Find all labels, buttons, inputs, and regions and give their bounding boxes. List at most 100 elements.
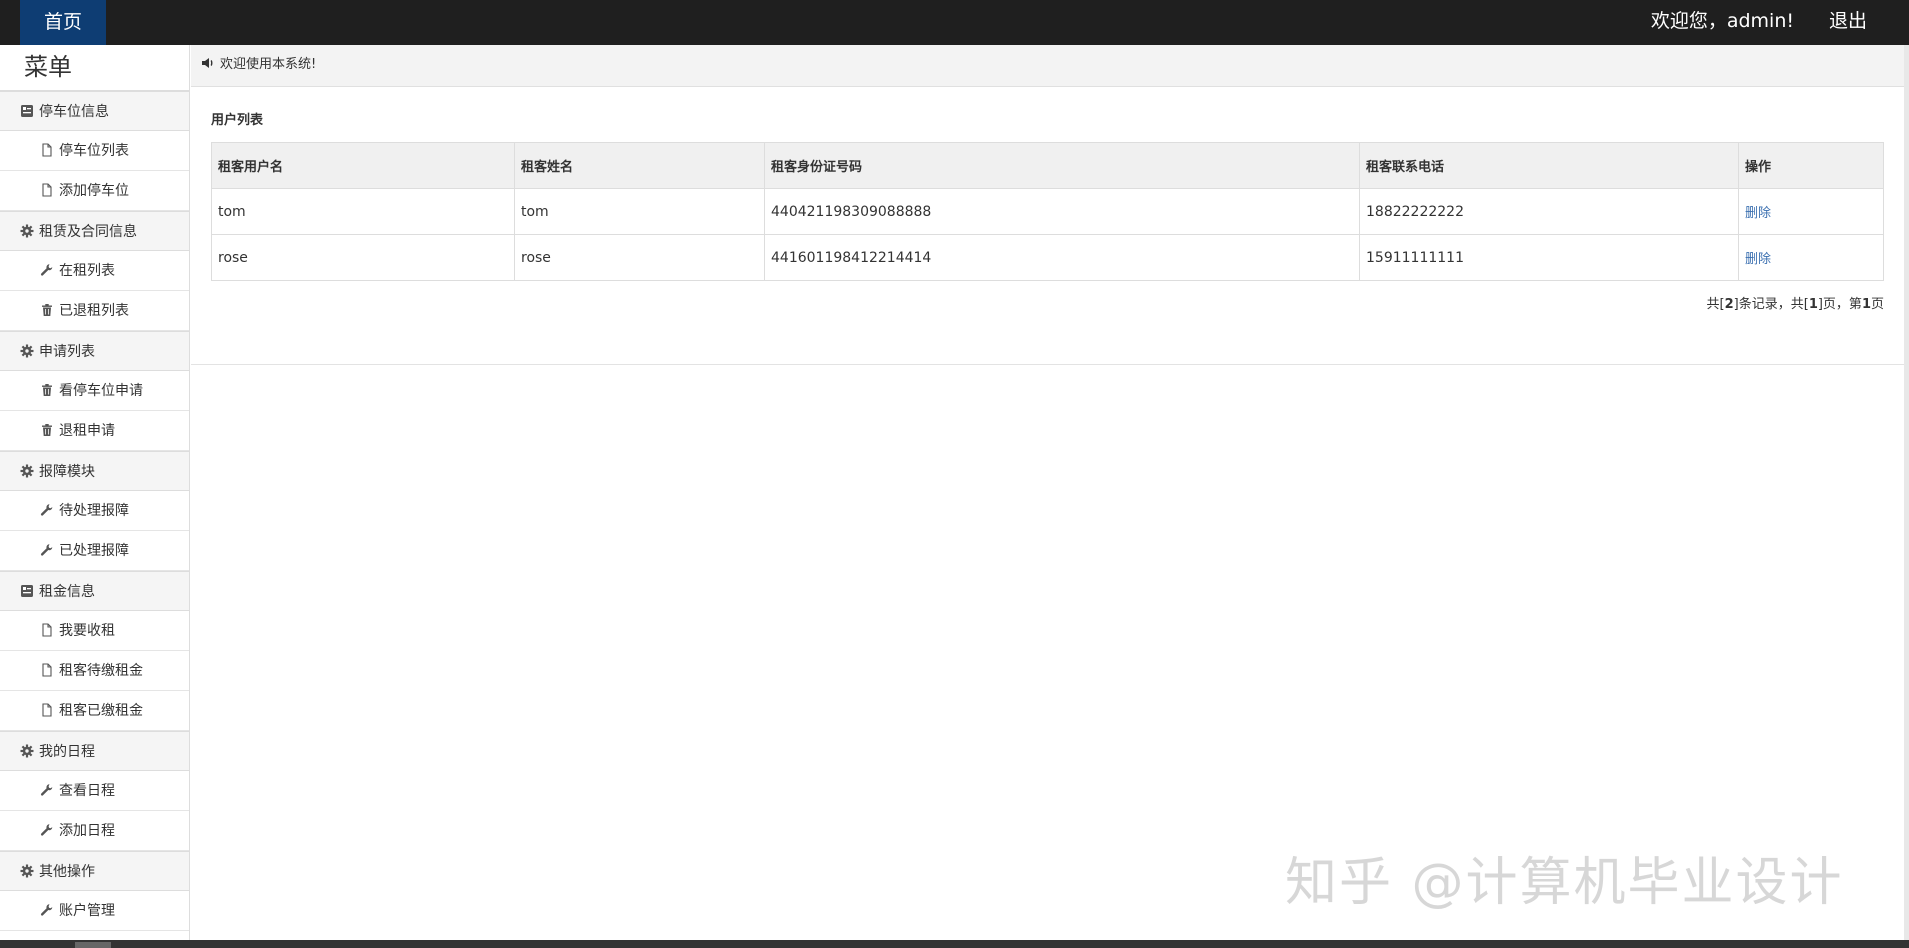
wrench-icon — [40, 903, 54, 917]
cell-phone: 18822222222 — [1359, 188, 1739, 235]
file-icon — [40, 143, 54, 157]
sidebar-item-label: 看停车位申请 — [59, 383, 143, 399]
panel-title: 用户列表 — [211, 113, 264, 128]
sidebar-item-label: 停车位列表 — [59, 143, 129, 159]
sidebar-group-header[interactable]: 其他操作 — [0, 851, 189, 891]
sidebar-group-header[interactable]: 申请列表 — [0, 331, 189, 371]
cell-id-number: 441601198412214414 — [764, 234, 1360, 281]
cell-id-number: 440421198309088888 — [764, 188, 1360, 235]
pagination-info: 共[2]条记录，共[1]页，第1页 — [211, 281, 1884, 312]
file-icon — [40, 183, 54, 197]
sidebar-item-label: 查看日程 — [59, 783, 115, 799]
gear-icon — [20, 864, 34, 878]
sidebar-item-label: 待处理报障 — [59, 503, 129, 519]
notice-bar: 欢迎使用本系统! — [191, 45, 1904, 87]
scrollbar-thumb[interactable] — [75, 942, 111, 948]
pager-total: 2 — [1724, 297, 1734, 312]
pager-mid2: ]页，第 — [1817, 297, 1862, 312]
sidebar-item-label: 已退租列表 — [59, 303, 129, 319]
sidebar-item-label: 账户管理 — [59, 903, 115, 919]
top-navbar: 首页 欢迎您，admin! 退出 — [0, 0, 1909, 45]
bottom-scrollbar[interactable] — [0, 940, 1909, 948]
cell-action: 删除 — [1738, 234, 1884, 281]
sidebar-group-label: 停车位信息 — [39, 104, 109, 120]
sidebar-item[interactable]: 已退租列表 — [0, 291, 189, 331]
table-header-row: 租客用户名 租客姓名 租客身份证号码 租客联系电话 操作 — [211, 142, 1884, 189]
sidebar-item[interactable]: 添加停车位 — [0, 171, 189, 211]
sidebar-item[interactable]: 查看日程 — [0, 771, 189, 811]
sidebar-item[interactable]: 租客待缴租金 — [0, 651, 189, 691]
user-table: 租客用户名 租客姓名 租客身份证号码 租客联系电话 操作 tom tom 440… — [211, 142, 1884, 281]
sidebar-item[interactable]: 账户管理 — [0, 891, 189, 931]
sidebar-item-label: 添加日程 — [59, 823, 115, 839]
sidebar-item-label: 已处理报障 — [59, 543, 129, 559]
sidebar-group-header[interactable]: 报障模块 — [0, 451, 189, 491]
sidebar-item-label: 我要收租 — [59, 623, 115, 639]
col-phone: 租客联系电话 — [1359, 142, 1739, 189]
watermark: 知乎 @计算机毕业设计 — [1285, 853, 1844, 913]
vertical-scrollbar[interactable] — [1904, 45, 1909, 940]
cell-name: tom — [514, 188, 765, 235]
col-id-number: 租客身份证号码 — [764, 142, 1360, 189]
sidebar-item-label: 添加停车位 — [59, 183, 129, 199]
pager-mid1: ]条记录，共[ — [1733, 297, 1809, 312]
wrench-icon — [40, 783, 54, 797]
wrench-icon — [40, 543, 54, 557]
menu-title: 菜单 — [0, 45, 189, 91]
pager-prefix: 共[ — [1706, 297, 1725, 312]
sidebar-item[interactable]: 退租申请 — [0, 411, 189, 451]
sidebar-group-label: 其他操作 — [39, 864, 95, 880]
pager-pages: 1 — [1808, 297, 1818, 312]
col-name: 租客姓名 — [514, 142, 765, 189]
sidebar-group-label: 申请列表 — [39, 344, 95, 360]
sidebar-item[interactable]: 待处理报障 — [0, 491, 189, 531]
sidebar-group-header[interactable]: 停车位信息 — [0, 91, 189, 131]
delete-link[interactable]: 删除 — [1745, 252, 1771, 267]
file-icon — [40, 623, 54, 637]
sidebar-item-label: 退租申请 — [59, 423, 115, 439]
trash-icon — [40, 383, 54, 397]
sidebar-group-header[interactable]: 租赁及合同信息 — [0, 211, 189, 251]
notice-text: 欢迎使用本系统! — [220, 57, 317, 72]
sidebar: 菜单 停车位信息停车位列表添加停车位租赁及合同信息在租列表已退租列表申请列表看停… — [0, 45, 190, 940]
list-icon — [20, 104, 34, 118]
sidebar-item[interactable]: 租客已缴租金 — [0, 691, 189, 731]
trash-icon — [40, 303, 54, 317]
file-icon — [40, 703, 54, 717]
user-list-panel: 用户列表 租客用户名 租客姓名 租客身份证号码 租客联系电话 操作 tom to… — [191, 87, 1904, 365]
sidebar-group-label: 租金信息 — [39, 584, 95, 600]
delete-link[interactable]: 删除 — [1745, 206, 1771, 221]
sidebar-groups: 停车位信息停车位列表添加停车位租赁及合同信息在租列表已退租列表申请列表看停车位申… — [0, 91, 189, 931]
sidebar-item[interactable]: 看停车位申请 — [0, 371, 189, 411]
gear-icon — [20, 464, 34, 478]
col-username: 租客用户名 — [211, 142, 515, 189]
pager-current: 1 — [1861, 297, 1871, 312]
list-icon — [20, 584, 34, 598]
sidebar-item-label: 在租列表 — [59, 263, 115, 279]
sidebar-item[interactable]: 已处理报障 — [0, 531, 189, 571]
wrench-icon — [40, 823, 54, 837]
welcome-user-text: 欢迎您，admin! — [1650, 10, 1794, 32]
sidebar-item-label: 租客已缴租金 — [59, 703, 143, 719]
wrench-icon — [40, 263, 54, 277]
gear-icon — [20, 744, 34, 758]
cell-username: tom — [211, 188, 515, 235]
table-row: rose rose 441601198412214414 15911111111… — [211, 234, 1884, 281]
sidebar-item[interactable]: 在租列表 — [0, 251, 189, 291]
sidebar-item[interactable]: 添加日程 — [0, 811, 189, 851]
wrench-icon — [40, 503, 54, 517]
file-icon — [40, 663, 54, 677]
col-action: 操作 — [1738, 142, 1884, 189]
home-tab[interactable]: 首页 — [20, 0, 106, 45]
sidebar-item[interactable]: 我要收租 — [0, 611, 189, 651]
volume-icon — [201, 56, 215, 70]
sidebar-group-label: 报障模块 — [39, 464, 95, 480]
sidebar-item[interactable]: 停车位列表 — [0, 131, 189, 171]
sidebar-group-header[interactable]: 我的日程 — [0, 731, 189, 771]
gear-icon — [20, 344, 34, 358]
trash-icon — [40, 423, 54, 437]
table-row: tom tom 440421198309088888 18822222222 删… — [211, 188, 1884, 235]
sidebar-group-header[interactable]: 租金信息 — [0, 571, 189, 611]
cell-username: rose — [211, 234, 515, 281]
logout-link[interactable]: 退出 — [1829, 0, 1867, 45]
